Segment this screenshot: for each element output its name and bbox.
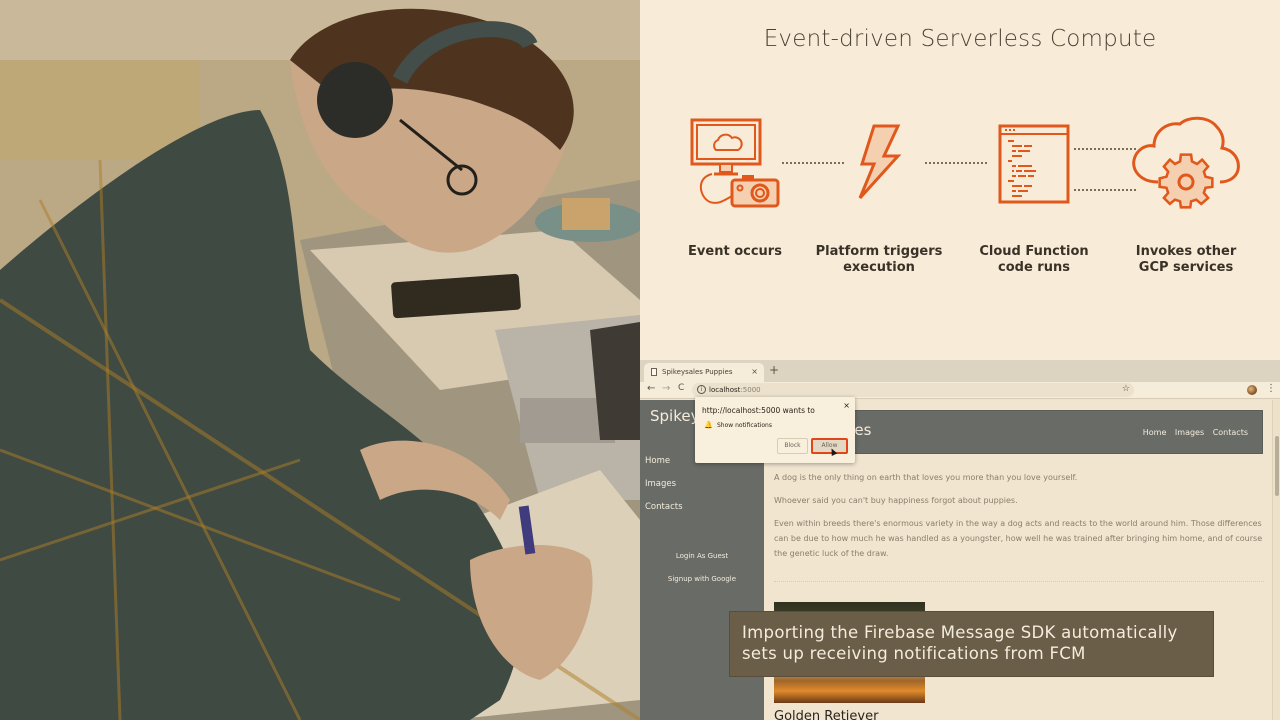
description-paragraph: Even within breeds there's enormous vari…	[774, 519, 1263, 558]
step-label-function: Cloud Function code runs	[959, 244, 1109, 276]
reload-button[interactable]: C	[678, 383, 684, 393]
close-popup-icon[interactable]: ×	[843, 401, 850, 410]
quote-paragraph: Whoever said you can't buy happiness for…	[774, 496, 1018, 505]
profile-avatar[interactable]	[1247, 385, 1257, 395]
bookmark-star-icon[interactable]: ☆	[1122, 384, 1130, 394]
site-info-icon[interactable]: i	[697, 385, 706, 394]
tab-title: Spikeysales Puppies	[662, 368, 733, 376]
step-label-line: Platform triggers	[815, 244, 943, 259]
browser-tab[interactable]: Spikeysales Puppies ×	[644, 363, 764, 382]
slide: Event-driven Serverless Compute Event oc…	[0, 0, 1280, 720]
step-label-line: execution	[843, 260, 915, 275]
caption-text: Importing the Firebase Message SDK autom…	[742, 622, 1178, 664]
cloud-gear-icon	[1130, 114, 1242, 218]
tab-strip: Spikeysales Puppies × +	[640, 360, 1280, 382]
photo-student-with-headphones	[0, 0, 640, 720]
step-label-line: Event occurs	[688, 244, 782, 259]
signup-google-link[interactable]: Signup with Google	[640, 575, 764, 583]
popup-title: http://localhost:5000 wants to	[702, 406, 815, 415]
step-label-line: Invokes other	[1135, 244, 1237, 259]
address-bar[interactable]: i localhost:5000 ☆	[692, 383, 1134, 397]
new-tab-button[interactable]: +	[769, 363, 779, 377]
puppy-title: Golden Retiever	[774, 709, 879, 720]
permission-item: Show notifications	[717, 422, 772, 429]
serverless-diagram: Event-driven Serverless Compute Event oc…	[640, 0, 1280, 360]
step-label-invoke: Invokes other GCP services	[1111, 244, 1261, 276]
forward-button[interactable]: →	[662, 383, 670, 394]
diagram-title: Event-driven Serverless Compute	[763, 26, 1157, 52]
caption-overlay: Importing the Firebase Message SDK autom…	[729, 611, 1214, 677]
page-content: A dog is the only thing on earth that lo…	[774, 470, 1264, 569]
login-guest-link[interactable]: Login As Guest	[640, 552, 764, 560]
code-window-icon	[998, 124, 1070, 208]
connector-dots	[925, 162, 987, 164]
header-nav-contacts[interactable]: Contacts	[1213, 428, 1248, 437]
scrollbar-thumb[interactable]	[1275, 436, 1279, 496]
photo-illustration	[0, 0, 640, 720]
browser-menu-icon[interactable]: ⋮	[1266, 383, 1276, 394]
connector-dots	[1074, 189, 1136, 191]
monitor-camera-icon	[690, 118, 782, 214]
block-button[interactable]: Block	[777, 438, 808, 454]
url-port: :5000	[740, 386, 761, 394]
caption-line: Importing the Firebase Message SDK autom…	[742, 623, 1178, 642]
page-scrollbar[interactable]	[1272, 400, 1280, 720]
lightning-bolt-icon	[856, 124, 902, 204]
sidebar-link-contacts[interactable]: Contacts	[645, 502, 683, 512]
sidebar-link-home[interactable]: Home	[645, 456, 670, 466]
header-nav: Home Images Contacts	[1137, 428, 1248, 437]
bell-icon: 🔔	[704, 421, 713, 429]
step-label-line: code runs	[998, 260, 1070, 275]
caption-line: sets up receiving notifications from FCM	[742, 644, 1086, 663]
url-host: localhost	[709, 386, 741, 394]
sidebar-link-images[interactable]: Images	[645, 479, 676, 489]
connector-dots	[782, 162, 844, 164]
quote-paragraph: A dog is the only thing on earth that lo…	[774, 473, 1078, 482]
step-label-event: Event occurs	[660, 244, 810, 260]
page-icon	[651, 368, 657, 376]
step-label-line: Cloud Function	[979, 244, 1089, 259]
step-label-trigger: Platform triggers execution	[804, 244, 954, 276]
header-nav-images[interactable]: Images	[1175, 428, 1204, 437]
connector-dots	[1074, 148, 1136, 150]
notification-permission-popup: http://localhost:5000 wants to × 🔔 Show …	[695, 397, 855, 463]
step-label-line: GCP services	[1138, 260, 1234, 275]
header-nav-home[interactable]: Home	[1143, 428, 1167, 437]
close-tab-icon[interactable]: ×	[751, 367, 758, 376]
content-divider	[774, 581, 1264, 582]
back-button[interactable]: ←	[647, 383, 655, 394]
